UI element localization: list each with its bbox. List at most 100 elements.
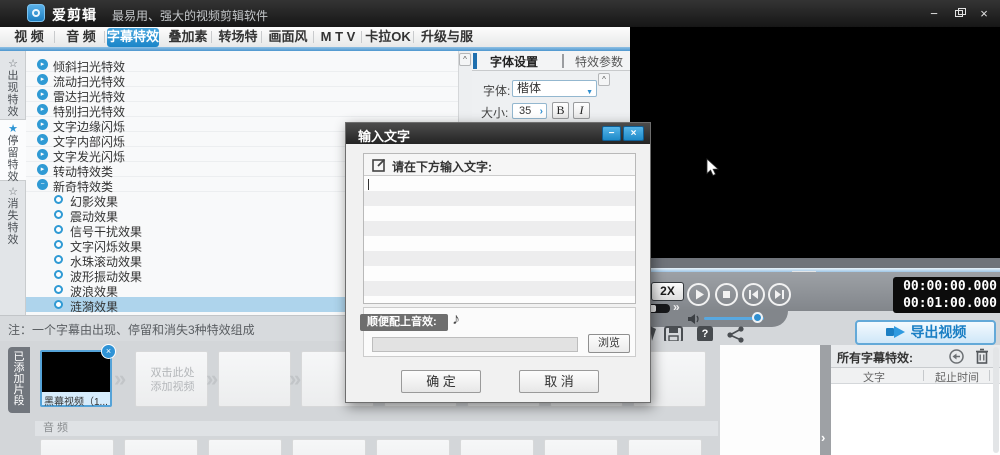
menu-separator [261, 31, 262, 43]
subtitle-panel-title: 所有字幕特效: [837, 349, 913, 366]
collapse-icon[interactable]: − [37, 179, 48, 190]
effect-stage-sidebar: ☆ 出现特效 ★ 停留特效 ☆ 消失特效 [0, 51, 26, 315]
next-frame-button[interactable] [767, 282, 792, 307]
sidebar-item-disappear[interactable]: ☆ 消失特效 [0, 183, 26, 245]
ok-button[interactable]: 确 定 [401, 370, 481, 393]
tab-subtitle-effects[interactable]: 字幕特效 [107, 28, 159, 47]
help-icon[interactable]: ? [697, 326, 713, 342]
empty-clip-slot[interactable] [218, 351, 291, 407]
sound-effect-path-input[interactable] [372, 337, 578, 352]
prev-frame-button[interactable] [741, 282, 766, 307]
radio-icon [54, 285, 63, 294]
expand-icon[interactable]: ▸ [37, 89, 48, 100]
panel-divider[interactable]: › [820, 345, 831, 455]
radio-icon [54, 210, 63, 219]
chevron-right-icon: » [289, 366, 301, 392]
tab-audio[interactable]: 音 频 [58, 27, 104, 47]
input-prompt: 请在下方输入文字: [392, 158, 492, 175]
expand-icon[interactable]: ▸ [37, 164, 48, 175]
sound-effect-box: 顺便配上音效: ♪ 浏览 [363, 307, 636, 357]
empty-audio-slot[interactable] [40, 439, 114, 455]
expand-icon[interactable]: ▸ [37, 59, 48, 70]
dialog-minimize-button[interactable]: − [602, 126, 621, 141]
tab-video[interactable]: 视 频 [6, 27, 52, 47]
app-name: 爱剪辑 [52, 5, 97, 25]
sidebar-item-appear[interactable]: ☆ 出现特效 [0, 55, 26, 117]
tab-effect-params[interactable]: 特效参数 [575, 53, 623, 70]
play-button[interactable] [686, 282, 711, 307]
window-close-button[interactable]: × [976, 6, 992, 22]
radio-icon [54, 225, 63, 234]
effect-category[interactable]: ▸流动扫光特效 [26, 72, 458, 87]
added-clips-tab[interactable]: 已添加片段 [8, 347, 30, 413]
dialog-close-button[interactable]: × [623, 126, 644, 141]
stop-button[interactable] [714, 282, 739, 307]
tab-transition[interactable]: 转场特效 [213, 27, 263, 47]
cancel-button[interactable]: 取 消 [519, 370, 599, 393]
bold-button[interactable]: B [552, 102, 569, 119]
tab-font-settings[interactable]: 字体设置 [490, 53, 538, 70]
subtitle-columns-header: 文字 起止时间 [831, 368, 1000, 384]
radio-icon [54, 255, 63, 264]
chevron-right-icon: » [206, 366, 218, 392]
empty-audio-slot[interactable] [376, 439, 450, 455]
add-video-slot[interactable]: 双击此处 添加视频 [135, 351, 208, 407]
empty-audio-slot[interactable] [628, 439, 702, 455]
tab-upgrade[interactable]: 升级与服务 [416, 27, 478, 47]
window-restore-icon [958, 8, 966, 15]
title-bar: 爱剪辑 最易用、强大的视频剪辑软件 − × [0, 0, 1000, 27]
font-size-stepper[interactable]: 35 › [512, 103, 547, 119]
italic-button[interactable]: I [573, 102, 590, 119]
expand-icon[interactable]: ▸ [37, 134, 48, 145]
clip-remove-button[interactable]: × [101, 344, 116, 359]
menu-separator [361, 31, 362, 43]
dialog-title-bar[interactable]: 输入文字 − × [346, 123, 650, 144]
clip-thumbnail[interactable]: 黑幕视频（1... [40, 350, 112, 407]
expand-icon[interactable]: ▸ [37, 74, 48, 85]
mouse-cursor [706, 158, 720, 183]
player-top-strip [630, 258, 1000, 268]
browse-button[interactable]: 浏览 [588, 334, 630, 353]
film-reel-icon [32, 9, 40, 17]
speed-button[interactable]: 2X [651, 282, 684, 301]
empty-audio-slot[interactable] [460, 439, 534, 455]
sidebar-item-label: 出现特效 [7, 70, 20, 118]
panel-scroll-up-button[interactable]: ^ [598, 73, 610, 86]
clip-label: 黑幕视频（1... [44, 393, 108, 408]
empty-audio-slot[interactable] [292, 439, 366, 455]
tab-style[interactable]: 画面风格 [263, 27, 313, 47]
speed-toggle[interactable] [648, 304, 670, 313]
tab-mtv[interactable]: M T V [316, 27, 360, 47]
tab-karaoke[interactable]: 卡拉OK [364, 27, 412, 47]
volume-slider-handle[interactable] [752, 312, 763, 323]
menu-separator [54, 31, 55, 43]
column-time: 起止时间 [935, 369, 979, 385]
empty-audio-slot[interactable] [544, 439, 618, 455]
expand-icon[interactable]: ▸ [37, 119, 48, 130]
music-note-icon: ♪ [452, 311, 460, 329]
effect-category[interactable]: ▸倾斜扫光特效 [26, 57, 458, 72]
text-entry-header: 请在下方输入文字: [364, 154, 635, 176]
window-minimize-button[interactable]: − [926, 6, 942, 22]
empty-audio-slot[interactable] [124, 439, 198, 455]
expand-icon[interactable]: ▸ [37, 149, 48, 160]
time-display: 00:00:00.000 00:01:00.000 [893, 277, 1000, 313]
expand-icon[interactable]: ▸ [37, 104, 48, 115]
radio-icon [54, 270, 63, 279]
undo-icon[interactable] [949, 349, 964, 369]
sidebar-item-stay[interactable]: ★ 停留特效 [0, 119, 26, 181]
font-family-dropdown[interactable]: 楷体 ▼ [512, 80, 597, 97]
app-logo-icon [27, 4, 45, 22]
video-preview[interactable] [630, 27, 1000, 258]
effect-category[interactable]: ▸特别扫光特效 [26, 102, 458, 117]
menu-separator [211, 31, 212, 43]
fast-forward-icon: » [673, 300, 680, 314]
trash-icon[interactable] [975, 348, 989, 369]
tab-overlay[interactable]: 叠加素材 [163, 27, 213, 47]
export-video-button[interactable]: 导出视频 [855, 320, 996, 345]
scroll-up-button[interactable]: ^ [459, 53, 471, 66]
effect-category[interactable]: ▸雷达扫光特效 [26, 87, 458, 102]
subtitle-panel-scrollbar[interactable] [993, 347, 999, 453]
empty-audio-slot[interactable] [208, 439, 282, 455]
text-input-area[interactable] [364, 176, 635, 303]
